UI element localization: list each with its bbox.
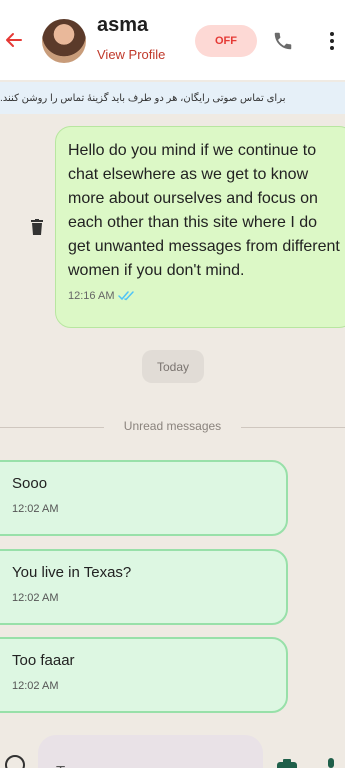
date-chip: Today xyxy=(142,350,204,383)
incoming-message-bubble[interactable]: Sooo 12:02 AM xyxy=(0,460,288,536)
message-meta: 12:16 AM xyxy=(68,290,342,302)
message-text: You live in Texas? xyxy=(12,564,132,581)
message-time: 12:02 AM xyxy=(12,592,59,604)
chat-header: asma View Profile OFF xyxy=(0,0,345,80)
double-check-icon xyxy=(118,291,135,301)
message-text: Too faaar xyxy=(12,652,75,669)
mic-icon[interactable] xyxy=(325,758,337,768)
message-time: 12:02 AM xyxy=(12,680,59,692)
phone-icon[interactable] xyxy=(272,30,294,52)
chat-screen: asma View Profile OFF برای تماس صوتی رای… xyxy=(0,0,345,768)
message-text: Hello do you mind if we continue to chat… xyxy=(68,142,340,279)
more-vert-icon[interactable] xyxy=(322,30,342,52)
view-profile-link[interactable]: View Profile xyxy=(97,47,165,62)
divider-line xyxy=(241,427,345,428)
message-time: 12:02 AM xyxy=(12,503,59,515)
incoming-message-bubble[interactable]: You live in Texas? 12:02 AM xyxy=(0,549,288,625)
delete-icon[interactable] xyxy=(30,219,44,235)
unread-messages-divider: Unread messages xyxy=(123,419,222,433)
outgoing-message-bubble[interactable]: Hello do you mind if we continue to chat… xyxy=(55,126,345,328)
emoji-icon[interactable] xyxy=(4,754,26,768)
camera-icon[interactable] xyxy=(276,758,298,768)
message-time: 12:16 AM xyxy=(68,290,115,302)
call-status-toggle[interactable]: OFF xyxy=(195,25,257,57)
incoming-message-bubble[interactable]: Too faaar 12:02 AM xyxy=(0,637,288,713)
contact-name[interactable]: asma xyxy=(97,14,148,37)
message-text: Sooo xyxy=(12,475,48,492)
avatar[interactable] xyxy=(42,19,86,63)
back-arrow-icon[interactable] xyxy=(4,30,24,50)
free-call-notice: برای تماس صوتی رایگان، هر دو طرف باید گز… xyxy=(0,82,345,114)
message-input[interactable] xyxy=(38,735,263,768)
divider-line xyxy=(0,427,104,428)
